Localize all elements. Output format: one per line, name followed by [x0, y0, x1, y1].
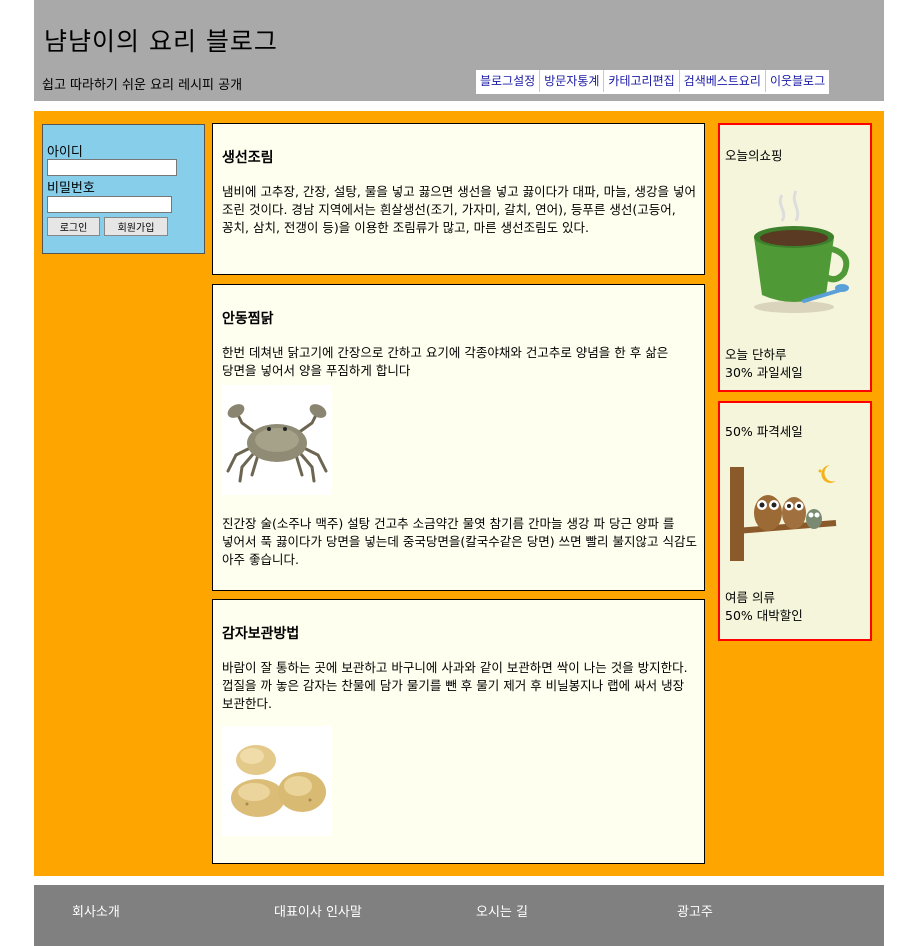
post-andong-jjimdak: 안동찜닭 한번 데쳐낸 닭고기에 간장으로 간하고 요기에 각종야채와 건고추로…: [212, 284, 705, 591]
ad-title: 오늘의쇼핑: [725, 148, 783, 163]
post-body: 한번 데쳐낸 닭고기에 간장으로 간하고 요기에 각종야채와 건고추로 양념을 …: [222, 345, 669, 378]
footer: 회사소개 대표이사 인사말 오시는 길 광고주: [34, 885, 884, 946]
footer-link-ceo-greeting[interactable]: 대표이사 인사말: [274, 901, 362, 920]
coffee-cup-image: [734, 177, 854, 317]
footer-link-directions[interactable]: 오시는 길: [476, 901, 528, 920]
post-body-continued: 진간장 술(소주나 맥주) 설탕 건고추 소금약간 물엿 참기름 간마늘 생강 …: [222, 516, 697, 567]
login-button[interactable]: 로그인: [47, 217, 100, 236]
nav-visitor-stats[interactable]: 방문자통계: [540, 70, 605, 92]
post-title[interactable]: 생선조림: [222, 147, 274, 167]
footer-link-advertisers[interactable]: 광고주: [677, 901, 713, 920]
ad-today-shopping[interactable]: 오늘의쇼핑 오늘 단하루 30% 과일세일: [718, 123, 872, 392]
blog-title: 냠냠이의 요리 블로그: [44, 27, 278, 56]
post-body: 바람이 잘 통하는 곳에 보관하고 바구니에 사과와 같이 보관하면 싹이 나는…: [222, 660, 688, 711]
ad-line-2: 30% 과일세일: [725, 365, 803, 380]
top-nav: 블로그설정 방문자통계 카테고리편집 검색베스트요리 이웃블로그: [476, 70, 830, 94]
login-box: 아이디 비밀번호 로그인 회원가입: [42, 124, 205, 254]
ad-line-1: 오늘 단하루: [725, 347, 787, 362]
nav-blog-settings[interactable]: 블로그설정: [476, 70, 541, 92]
footer-link-company[interactable]: 회사소개: [72, 901, 120, 920]
nav-search-best-recipes[interactable]: 검색베스트요리: [680, 70, 766, 92]
post-title[interactable]: 감자보관방법: [222, 623, 299, 643]
blog-subtitle: 쉽고 따라하기 쉬운 요리 레시피 공개: [42, 78, 243, 93]
blog-header: 냠냠이의 요리 블로그 쉽고 따라하기 쉬운 요리 레시피 공개 블로그설정 방…: [34, 0, 884, 101]
nav-neighbor-blogs[interactable]: 이웃블로그: [766, 70, 829, 92]
join-button[interactable]: 회원가입: [104, 217, 168, 236]
main-content: 아이디 비밀번호 로그인 회원가입 생선조림 냄비에 고추장, 간장, 설탕, …: [34, 111, 884, 876]
id-label: 아이디: [47, 145, 83, 160]
post-fish-braise: 생선조림 냄비에 고추장, 간장, 설탕, 물을 넣고 끓으면 생선을 넣고 끓…: [212, 123, 705, 275]
password-input[interactable]: [47, 196, 172, 213]
ad-title: 50% 파격세일: [725, 424, 803, 439]
owls-on-branch-image: [726, 461, 846, 561]
id-input[interactable]: [47, 159, 177, 176]
crab-photo: [222, 385, 332, 495]
post-body: 냄비에 고추장, 간장, 설탕, 물을 넣고 끓으면 생선을 넣고 끓이다가 대…: [222, 184, 697, 235]
post-title[interactable]: 안동찜닭: [222, 308, 274, 328]
ad-line-1: 여름 의류: [725, 590, 775, 605]
ad-half-price-sale[interactable]: 50% 파격세일 여름 의류 50% 대박할인: [718, 401, 872, 641]
ad-line-2: 50% 대박할인: [725, 608, 803, 623]
post-potato-storage: 감자보관방법 바람이 잘 통하는 곳에 보관하고 바구니에 사과와 같이 보관하…: [212, 599, 705, 864]
password-label: 비밀번호: [47, 181, 95, 196]
potato-photo: [222, 726, 332, 836]
nav-category-edit[interactable]: 카테고리편집: [604, 70, 680, 92]
